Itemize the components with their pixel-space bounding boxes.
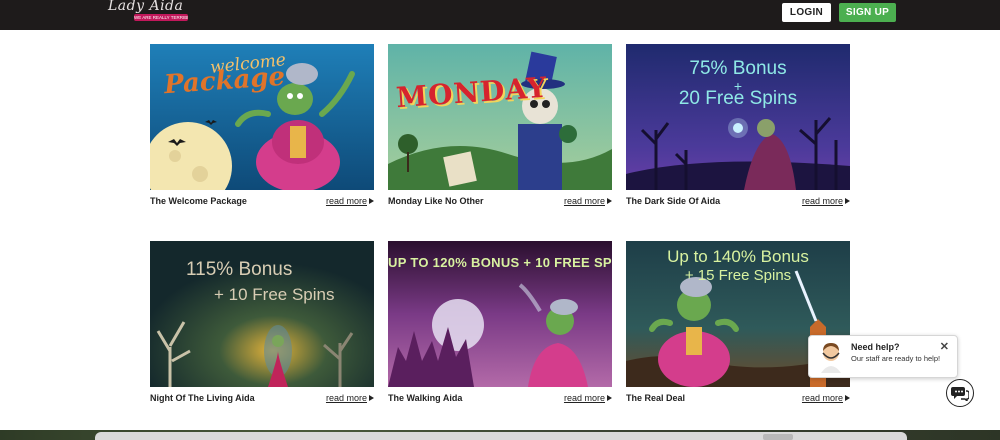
read-more-link[interactable]: read more bbox=[326, 196, 374, 206]
need-help-popup[interactable]: Need help? Our staff are ready to help! … bbox=[808, 335, 958, 378]
close-icon[interactable]: ✕ bbox=[940, 340, 949, 353]
promo-title: Monday Like No Other bbox=[388, 196, 484, 206]
read-more-label: read more bbox=[325, 196, 367, 206]
art-text-bonus: 75% Bonus bbox=[689, 58, 787, 79]
logo-tagline-ribbon: WE ARE REALLY TERRIBLE bbox=[134, 14, 188, 21]
read-more-label: read more bbox=[325, 393, 367, 403]
read-more-link[interactable]: read more bbox=[802, 393, 850, 403]
triangle-right-icon bbox=[845, 395, 850, 401]
read-more-label: read more bbox=[563, 393, 605, 403]
login-button[interactable]: LOGIN bbox=[782, 3, 831, 22]
promo-image-welcome-package[interactable]: welcome Package bbox=[150, 44, 374, 190]
triangle-right-icon bbox=[845, 198, 850, 204]
triangle-right-icon bbox=[607, 395, 612, 401]
promo-title: The Real Deal bbox=[626, 393, 686, 403]
top-navbar: Lady Aida WE ARE REALLY TERRIBLE LOGIN S… bbox=[0, 0, 1000, 30]
read-more-link[interactable]: read more bbox=[564, 196, 612, 206]
read-more-label: read more bbox=[801, 196, 843, 206]
desktop-background-strip bbox=[0, 430, 1000, 440]
lady-aida-logo[interactable]: Lady Aida WE ARE REALLY TERRIBLE bbox=[106, 0, 188, 26]
art-text-bonus: Up to 140% Bonus bbox=[667, 247, 809, 266]
promo-image-monday[interactable]: MONDAY bbox=[388, 44, 612, 190]
triangle-right-icon bbox=[369, 198, 374, 204]
read-more-label: read more bbox=[563, 196, 605, 206]
help-title: Need help? bbox=[851, 342, 900, 352]
promo-title: The Dark Side Of Aida bbox=[626, 196, 721, 206]
promo-title: The Walking Aida bbox=[388, 393, 463, 403]
triangle-right-icon bbox=[607, 198, 612, 204]
promo-image-dark-side[interactable]: 75% Bonus + 20 Free Spins bbox=[626, 44, 850, 190]
triangle-right-icon bbox=[369, 395, 374, 401]
dock-item[interactable] bbox=[763, 434, 793, 440]
promo-image-night-living-aida[interactable]: 115% Bonus + 10 Free Spins bbox=[150, 241, 374, 387]
chat-bubbles-icon[interactable] bbox=[946, 379, 974, 407]
help-subtitle: Our staff are ready to help! bbox=[851, 354, 941, 363]
read-more-link[interactable]: read more bbox=[326, 393, 374, 403]
signup-button[interactable]: SIGN UP bbox=[839, 3, 896, 22]
read-more-link[interactable]: read more bbox=[802, 196, 850, 206]
promo-title: The Welcome Package bbox=[150, 196, 247, 206]
art-text-free-spins: + 10 Free Spins bbox=[214, 285, 335, 304]
art-text-free-spins: 20 Free Spins bbox=[678, 88, 798, 109]
read-more-label: read more bbox=[801, 393, 843, 403]
art-text-bonus: 115% Bonus bbox=[186, 259, 293, 280]
art-text-free-spins: + 15 Free Spins bbox=[684, 267, 792, 284]
art-text-offer: UP TO 120% BONUS + 10 FREE SPINS bbox=[388, 255, 612, 270]
promo-image-walking-aida[interactable]: UP TO 120% BONUS + 10 FREE SPINS bbox=[388, 241, 612, 387]
promo-title: Night Of The Living Aida bbox=[150, 393, 255, 403]
logo-script-text: Lady Aida bbox=[108, 0, 184, 14]
read-more-link[interactable]: read more bbox=[564, 393, 612, 403]
support-agent-avatar bbox=[817, 341, 845, 373]
